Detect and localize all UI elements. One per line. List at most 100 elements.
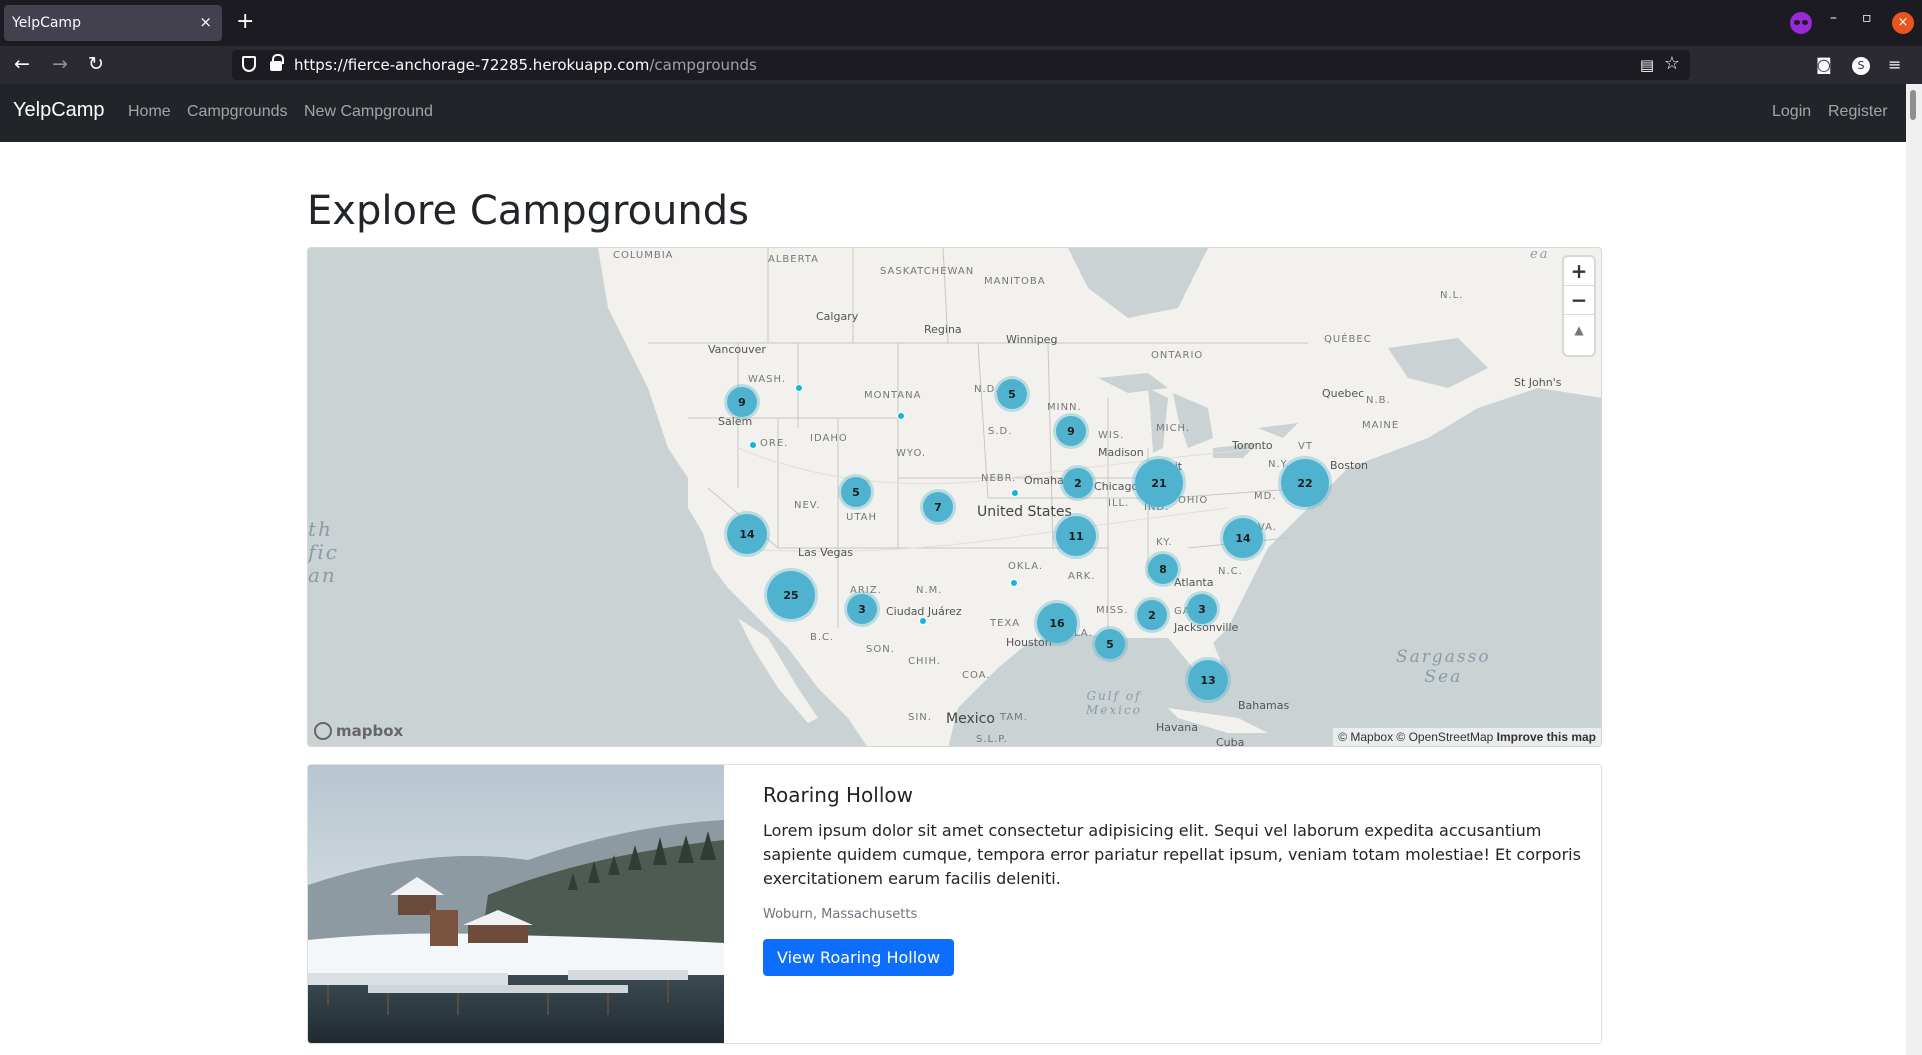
cluster-marker[interactable]: 22 [1281,459,1329,507]
map-city-toronto: Toronto [1232,439,1273,452]
reader-view-icon[interactable]: ▤ [1640,56,1654,74]
campground-image [308,765,724,1043]
cluster-marker[interactable]: 14 [727,514,767,554]
browser-tab[interactable]: YelpCamp × [4,5,222,41]
cluster-map[interactable]: COLUMBIA ALBERTA SASKATCHEWAN MANITOBA O… [307,247,1602,747]
campground-point[interactable] [795,384,803,392]
url-text[interactable]: https://fierce-anchorage-72285.herokuapp… [294,56,757,74]
cluster-marker[interactable]: 9 [1056,416,1086,446]
map-label-saskatchewan: SASKATCHEWAN [880,266,975,277]
nav-home-link[interactable]: Home [128,103,171,121]
map-label-tam: TAM. [1000,712,1028,723]
scrollbar-thumb[interactable] [1910,90,1916,120]
campground-title: Roaring Hollow [763,783,913,807]
campground-point[interactable] [919,617,927,625]
improve-map-link[interactable]: Improve this map [1497,730,1596,744]
map-label-maine: MAINE [1362,420,1400,431]
map-label-okla: OKLA. [1008,561,1044,572]
zoom-in-button[interactable]: + [1564,257,1594,286]
map-label-nl: N.L. [1440,290,1464,301]
cluster-marker[interactable]: 9 [727,387,757,417]
cluster-marker[interactable]: 5 [997,379,1027,409]
nav-login-link[interactable]: Login [1772,103,1811,121]
campground-location: Woburn, Massachusetts [763,907,918,922]
tab-close-icon[interactable]: × [199,13,212,31]
cluster-marker[interactable]: 25 [767,571,815,619]
tracking-shield-icon[interactable] [242,56,256,72]
nav-register-link[interactable]: Register [1828,103,1888,121]
map-label-idaho: IDAHO [810,433,848,444]
attribution-text[interactable]: © Mapbox © OpenStreetMap [1338,730,1493,744]
map-water-ea: ea [1530,247,1550,262]
account-avatar[interactable]: S [1852,57,1870,75]
bookmark-star-icon[interactable]: ☆ [1664,53,1680,74]
cluster-marker[interactable]: 8 [1148,554,1178,584]
browser-toolbar: ← → ↻ https://fierce-anchorage-72285.her… [0,46,1922,84]
campground-point[interactable] [1011,489,1019,497]
map-label-la: LA. [1074,628,1093,639]
page-scrollbar[interactable] [1906,84,1922,1055]
close-window-icon[interactable]: × [1892,12,1914,34]
view-campground-button[interactable]: View Roaring Hollow [763,939,955,976]
cluster-marker[interactable]: 13 [1188,660,1228,700]
map-label-nb: N.B. [1366,395,1391,406]
cluster-marker[interactable]: 5 [1095,629,1125,659]
map-label-nd: N.D. [974,384,1000,395]
cluster-marker[interactable]: 14 [1223,518,1263,558]
map-city-cuba: Cuba [1216,736,1245,747]
map-label-sd: S.D. [988,426,1013,437]
map-label-texas: TEXA [990,618,1021,629]
hamburger-menu-icon[interactable]: ≡ [1888,55,1901,74]
zoom-out-button[interactable]: − [1564,286,1594,315]
new-tab-button[interactable]: + [236,9,254,35]
cluster-marker[interactable]: 3 [1187,594,1217,624]
map-water-pacific: th fic an [308,517,339,587]
card-body: Roaring Hollow Lorem ipsum dolor sit ame… [763,783,1583,976]
mapbox-logo-icon [314,722,332,740]
maximize-icon[interactable]: ▫ [1862,10,1872,26]
cluster-marker[interactable]: 7 [923,492,953,522]
campground-point[interactable] [749,441,757,449]
nav-campgrounds-link[interactable]: Campgrounds [187,103,288,121]
back-arrow-icon[interactable]: ← [14,54,30,74]
campground-description: Lorem ipsum dolor sit amet consectetur a… [763,821,1581,888]
url-path: /campgrounds [649,56,757,74]
map-label-ohio: OHIO [1178,495,1209,506]
map-label-slp: S.L.P. [976,734,1008,745]
map-label-wis: WIS. [1098,430,1125,441]
map-city-bahamas: Bahamas [1238,699,1290,712]
minimize-icon[interactable]: – [1830,10,1837,26]
private-browsing-icon [1790,12,1812,34]
reload-icon[interactable]: ↻ [88,54,104,74]
map-label-utah: UTAH [846,512,878,523]
compass-button[interactable]: ▲ [1564,315,1594,344]
cluster-marker[interactable]: 2 [1137,600,1167,630]
map-city-vancouver: Vancouver [708,343,766,356]
campground-point[interactable] [1010,579,1018,587]
mapbox-logo-text: mapbox [336,722,404,740]
map-label-nm: N.M. [916,585,943,596]
map-label-ontario: ONTARIO [1151,350,1204,361]
lock-icon[interactable] [270,54,284,71]
nav-new-campground-link[interactable]: New Campground [304,103,433,121]
forward-arrow-icon[interactable]: → [52,54,68,74]
map-city-quebec: Quebec [1322,387,1365,400]
cluster-marker[interactable]: 16 [1037,603,1077,643]
page-title: Explore Campgrounds [307,188,749,234]
cluster-marker[interactable]: 3 [847,594,877,624]
cluster-marker[interactable]: 21 [1135,459,1183,507]
cluster-marker[interactable]: 11 [1056,516,1096,556]
brand-link[interactable]: YelpCamp [13,99,105,122]
cluster-marker[interactable]: 2 [1063,468,1093,498]
map-label-coa: COA. [962,670,991,681]
campground-point[interactable] [897,412,905,420]
map-label-ark: ARK. [1068,571,1096,582]
pocket-icon[interactable]: ◙ [1816,55,1832,74]
url-bar[interactable]: https://fierce-anchorage-72285.herokuapp… [232,50,1690,80]
map-city-atlanta: Atlanta [1174,576,1214,589]
mapbox-logo[interactable]: mapbox [314,722,403,740]
cluster-marker[interactable]: 5 [841,477,871,507]
map-label-son: SON. [866,644,895,655]
map-city-boston: Boston [1330,459,1369,472]
map-label-montana: MONTANA [864,390,922,401]
